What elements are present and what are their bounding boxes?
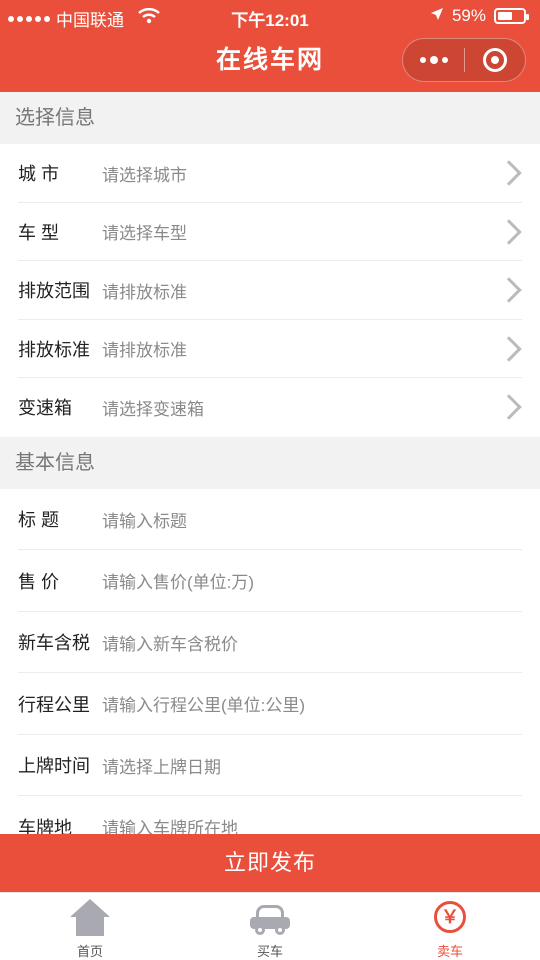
battery-icon (494, 8, 529, 24)
miniprogram-capsule (402, 38, 526, 82)
publish-button[interactable]: 立即发布 (0, 834, 540, 892)
tab-label: 卖车 (436, 944, 463, 959)
field-label: 上牌时间 (18, 756, 90, 777)
tab-label: 首页 (76, 944, 103, 959)
section-header-select: 选择信息 (0, 92, 540, 144)
field-placeholder: 请选择变速箱 (102, 399, 204, 419)
header-bar: 中国联通 下午12:01 59% 在线车网 (0, 0, 540, 92)
price-input[interactable]: 售 价 请输入售价(单位:万) (0, 550, 540, 612)
field-label: 变速箱 (18, 398, 72, 419)
tab-bar: 首页 买车 ￥ 卖车 (0, 892, 540, 960)
tab-buy-car[interactable]: 买车 (180, 893, 360, 960)
close-miniprogram-icon[interactable] (465, 38, 525, 82)
field-label: 排放范围 (18, 281, 90, 302)
gearbox-picker[interactable]: 变速箱 请选择变速箱 (0, 378, 540, 437)
more-icon[interactable] (403, 38, 464, 82)
select-list: 城 市 请选择城市 车 型 请选择车型 排放范围 请排放标准 排放标准 请排放标… (0, 144, 540, 437)
field-placeholder: 请输入售价(单位:万) (102, 573, 255, 593)
city-picker[interactable]: 城 市 请选择城市 (0, 144, 540, 203)
field-placeholder: 请选择上牌日期 (102, 757, 221, 777)
emission-range-picker[interactable]: 排放范围 请排放标准 (0, 261, 540, 320)
section-header-basic: 基本信息 (0, 436, 540, 489)
sell-icon: ￥ (428, 899, 472, 937)
field-placeholder: 请排放标准 (102, 341, 187, 361)
field-placeholder: 请选择城市 (102, 165, 187, 185)
mileage-input[interactable]: 行程公里 请输入行程公里(单位:公里) (0, 673, 540, 735)
title-input[interactable]: 标 题 请输入标题 (0, 488, 540, 550)
field-label: 标 题 (18, 510, 60, 531)
basic-list: 标 题 请输入标题 售 价 请输入售价(单位:万) 新车含税 请输入新车含税价 … (0, 488, 540, 858)
field-label: 车 型 (18, 222, 60, 243)
car-icon (248, 899, 292, 937)
tab-home[interactable]: 首页 (0, 893, 180, 960)
registration-date-picker[interactable]: 上牌时间 请选择上牌日期 (0, 734, 540, 796)
field-label: 城 市 (18, 164, 60, 185)
field-placeholder: 请输入标题 (102, 511, 187, 531)
field-placeholder: 请选择车型 (102, 224, 187, 244)
new-car-tax-price-input[interactable]: 新车含税 请输入新车含税价 (0, 611, 540, 673)
status-bar: 中国联通 下午12:01 59% (0, 0, 540, 32)
field-placeholder: 请输入新车含税价 (102, 634, 238, 654)
tab-label: 买车 (256, 944, 283, 959)
field-placeholder: 请输入行程公里(单位:公里) (102, 696, 306, 716)
battery-percent: 59% (451, 6, 486, 25)
field-placeholder: 请排放标准 (102, 282, 187, 302)
field-label: 行程公里 (18, 694, 90, 715)
home-icon (68, 899, 112, 937)
location-arrow-icon (430, 6, 444, 26)
car-model-picker[interactable]: 车 型 请选择车型 (0, 202, 540, 261)
field-label: 新车含税 (18, 633, 90, 654)
field-label: 售 价 (18, 571, 60, 592)
emission-standard-picker[interactable]: 排放标准 请排放标准 (0, 319, 540, 378)
tab-sell-car[interactable]: ￥ 卖车 (360, 893, 540, 960)
form: 选择信息 城 市 请选择城市 车 型 请选择车型 排放范围 请排放标准 排放标准… (0, 92, 540, 858)
field-label: 排放标准 (18, 339, 90, 360)
